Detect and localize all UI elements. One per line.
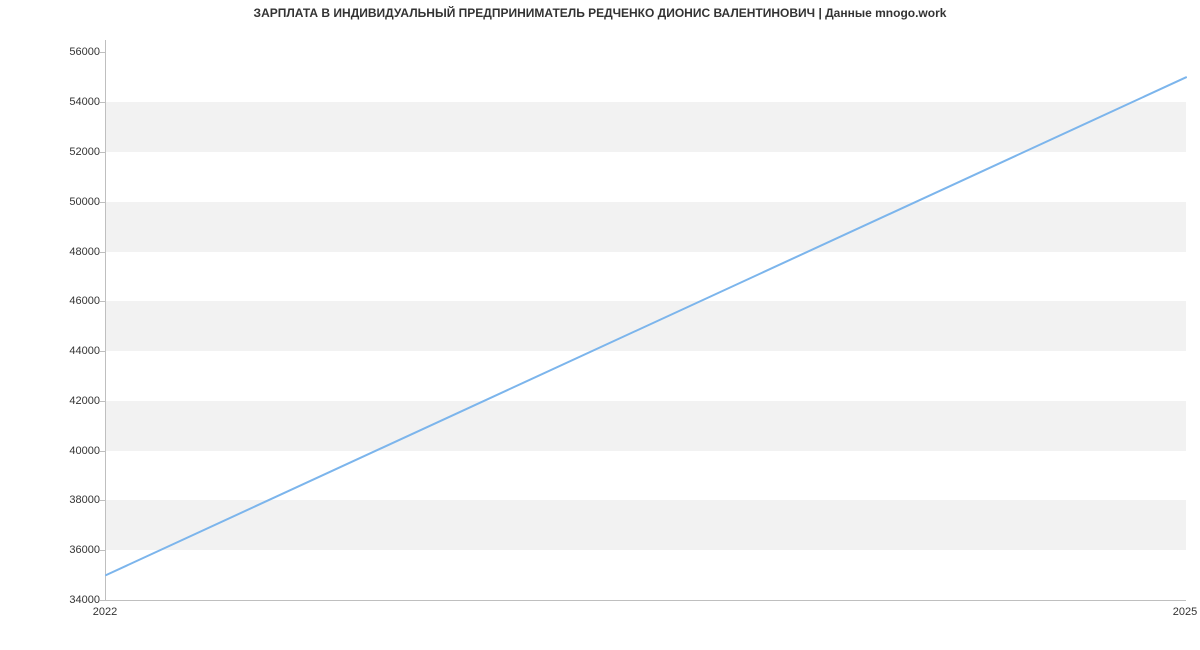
y-tick-label: 44000	[10, 345, 100, 357]
y-tick-label: 40000	[10, 445, 100, 457]
y-tick-label: 52000	[10, 146, 100, 158]
x-tick-label: 2022	[93, 606, 117, 618]
y-tick-label: 56000	[10, 46, 100, 58]
series-line	[106, 77, 1186, 575]
y-tick-label: 54000	[10, 96, 100, 108]
y-tick-label: 34000	[10, 594, 100, 606]
y-tick-label: 38000	[10, 494, 100, 506]
y-tick-label: 36000	[10, 544, 100, 556]
plot-area	[105, 40, 1186, 601]
y-tick-label: 46000	[10, 295, 100, 307]
y-tick-label: 48000	[10, 246, 100, 258]
chart-title: ЗАРПЛАТА В ИНДИВИДУАЛЬНЫЙ ПРЕДПРИНИМАТЕЛ…	[0, 6, 1200, 20]
x-tick-label: 2025	[1173, 606, 1197, 618]
salary-line-chart: ЗАРПЛАТА В ИНДИВИДУАЛЬНЫЙ ПРЕДПРИНИМАТЕЛ…	[0, 0, 1200, 650]
y-tick-label: 42000	[10, 395, 100, 407]
line-layer	[106, 40, 1186, 600]
y-tick-label: 50000	[10, 196, 100, 208]
